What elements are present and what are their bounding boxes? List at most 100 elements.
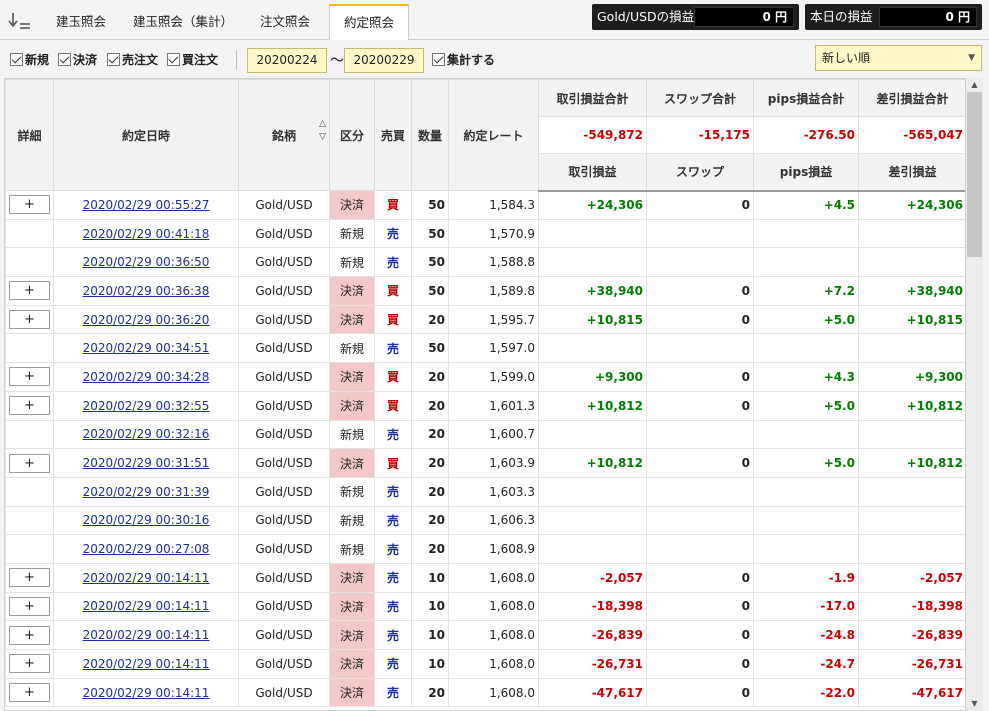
tab-executions[interactable]: 約定照会	[329, 4, 409, 41]
datetime-cell: 2020/02/29 00:32:16	[53, 419, 239, 450]
pips-pl-cell: +5.0	[753, 390, 859, 421]
symbol-cell: Gold/USD	[238, 534, 330, 564]
col-swap: スワップ	[646, 153, 754, 192]
expand-detail-button[interactable]: +	[9, 396, 50, 416]
scroll-down-icon[interactable]: ▼	[966, 697, 983, 711]
date-from-input[interactable]: 20200224	[247, 48, 327, 73]
execution-datetime-link[interactable]: 2020/02/29 00:30:16	[83, 513, 210, 527]
checkbox-checked-icon[interactable]	[167, 53, 180, 66]
detail-cell	[5, 505, 54, 536]
execution-datetime-link[interactable]: 2020/02/29 00:32:55	[83, 399, 210, 413]
swap-cell	[646, 218, 754, 249]
qty-cell: 20	[411, 448, 449, 478]
expand-detail-button[interactable]: +	[9, 310, 50, 330]
net-pl-cell: -26,839	[858, 620, 965, 650]
col-datetime[interactable]: 約定日時	[53, 79, 239, 191]
expand-detail-button[interactable]: +	[9, 596, 50, 616]
today-pl-box: 本日の損益 0 円	[805, 4, 982, 30]
filter-buy-order-checkbox[interactable]: 買注文	[167, 52, 218, 68]
expand-detail-button[interactable]: +	[9, 281, 50, 301]
tab-positions-summary[interactable]: 建玉照会（集計）	[126, 4, 240, 40]
execution-datetime-link[interactable]: 2020/02/29 00:27:08	[83, 542, 210, 556]
kind-cell: 新規	[329, 333, 375, 364]
table-row: +2020/02/29 00:36:38 Gold/USD 決済買 50 1,589.8…	[5, 276, 965, 306]
expand-detail-button[interactable]: +	[9, 367, 50, 387]
execution-datetime-link[interactable]: 2020/02/29 00:14:11	[83, 599, 210, 613]
dropdown-arrow-icon[interactable]: ▼	[968, 46, 975, 70]
expand-detail-button[interactable]: +	[9, 453, 50, 473]
trade-pl-cell: +10,815	[538, 304, 647, 335]
filter-settle-checkbox[interactable]: 決済	[58, 52, 97, 68]
symbol-cell: Gold/USD	[238, 620, 330, 650]
execution-datetime-link[interactable]: 2020/02/29 00:14:11	[83, 571, 210, 585]
table-row: 2020/02/29 00:34:51 Gold/USD 新規売 50 1,597.0	[5, 333, 965, 364]
datetime-cell: 2020/02/29 00:36:50	[53, 247, 239, 278]
qty-cell: 20	[411, 505, 449, 536]
vertical-scrollbar[interactable]: ▲ ▼	[966, 78, 983, 711]
qty-cell: 50	[411, 276, 449, 306]
expand-detail-button[interactable]: +	[9, 683, 50, 703]
execution-datetime-link[interactable]: 2020/02/29 00:36:38	[83, 284, 210, 298]
sort-order-value: 新しい順	[822, 51, 871, 65]
execution-datetime-link[interactable]: 2020/02/29 00:36:50	[83, 255, 210, 269]
execution-datetime-link[interactable]: 2020/02/29 00:41:18	[83, 227, 210, 241]
expand-detail-button[interactable]: +	[9, 195, 50, 215]
side-cell: 売	[374, 591, 412, 622]
execution-datetime-link[interactable]: 2020/02/29 00:55:27	[83, 198, 210, 212]
execution-datetime-link[interactable]: 2020/02/29 00:14:11	[83, 686, 210, 700]
tab-positions[interactable]: 建玉照会	[38, 4, 124, 40]
filter-sell-order-checkbox[interactable]: 売注文	[107, 52, 158, 68]
expand-detail-button[interactable]: +	[9, 625, 50, 645]
pips-pl-cell	[753, 218, 859, 249]
checkbox-checked-icon[interactable]	[432, 53, 445, 66]
detail-cell: +	[5, 390, 54, 421]
date-to-input[interactable]: 20200229	[344, 48, 424, 73]
execution-datetime-link[interactable]: 2020/02/29 00:36:20	[83, 313, 210, 327]
tab-orders[interactable]: 注文照会	[242, 4, 328, 40]
datetime-cell: 2020/02/29 00:41:18	[53, 218, 239, 249]
detail-cell: +	[5, 362, 54, 392]
execution-datetime-link[interactable]: 2020/02/29 00:32:16	[83, 427, 210, 441]
col-symbol[interactable]: 銘柄 △ ▽	[238, 79, 330, 191]
filter-new-checkbox[interactable]: 新規	[10, 52, 49, 68]
aggregate-checkbox[interactable]: 集計する	[432, 52, 495, 68]
trade-pl-cell: +10,812	[538, 448, 647, 478]
rate-cell: 1,597.0	[448, 333, 539, 364]
table-row: +2020/02/29 00:14:11 Gold/USD 決済売 10 1,608.0…	[5, 649, 965, 679]
side-cell: 買	[374, 390, 412, 421]
col-symbol-label: 銘柄	[271, 128, 296, 143]
sort-down-icon[interactable]	[6, 10, 34, 32]
execution-datetime-link[interactable]: 2020/02/29 00:34:51	[83, 341, 210, 355]
execution-datetime-link[interactable]: 2020/02/29 00:31:51	[83, 456, 210, 470]
expand-detail-button[interactable]: +	[9, 568, 50, 588]
sort-order-select[interactable]: 新しい順 ▼	[815, 45, 982, 71]
execution-datetime-link[interactable]: 2020/02/29 00:34:28	[83, 370, 210, 384]
checkbox-checked-icon[interactable]	[10, 53, 23, 66]
total-pips-value: -276.50	[753, 116, 859, 154]
pips-pl-cell	[753, 534, 859, 564]
checkbox-checked-icon[interactable]	[58, 53, 71, 66]
rate-cell: 1,608.0	[448, 620, 539, 650]
net-pl-cell: +10,812	[858, 390, 965, 421]
datetime-cell: 2020/02/29 00:32:55	[53, 390, 239, 421]
scroll-thumb[interactable]	[967, 92, 982, 257]
table-row: +2020/02/29 00:14:11 Gold/USD 決済売 20 1,608.0…	[5, 677, 965, 708]
execution-datetime-link[interactable]: 2020/02/29 00:31:39	[83, 485, 210, 499]
expand-detail-button[interactable]: +	[9, 654, 50, 674]
swap-cell	[646, 247, 754, 278]
swap-cell: 0	[646, 620, 754, 650]
filter-buy-order-label: 買注文	[182, 53, 219, 67]
datetime-cell: 2020/02/29 00:14:11	[53, 562, 239, 593]
symbol-cell: Gold/USD	[238, 677, 330, 708]
net-pl-cell: -18,398	[858, 591, 965, 622]
checkbox-checked-icon[interactable]	[107, 53, 120, 66]
execution-datetime-link[interactable]: 2020/02/29 00:14:11	[83, 628, 210, 642]
swap-cell: 0	[646, 649, 754, 679]
kind-cell: 決済	[329, 591, 375, 622]
sort-toggle-icon[interactable]: △ ▽	[319, 118, 326, 144]
symbol-cell: Gold/USD	[238, 333, 330, 364]
col-kind: 区分	[329, 79, 375, 191]
scroll-up-icon[interactable]: ▲	[966, 78, 983, 92]
qty-cell: 20	[411, 476, 449, 507]
execution-datetime-link[interactable]: 2020/02/29 00:14:11	[83, 657, 210, 671]
